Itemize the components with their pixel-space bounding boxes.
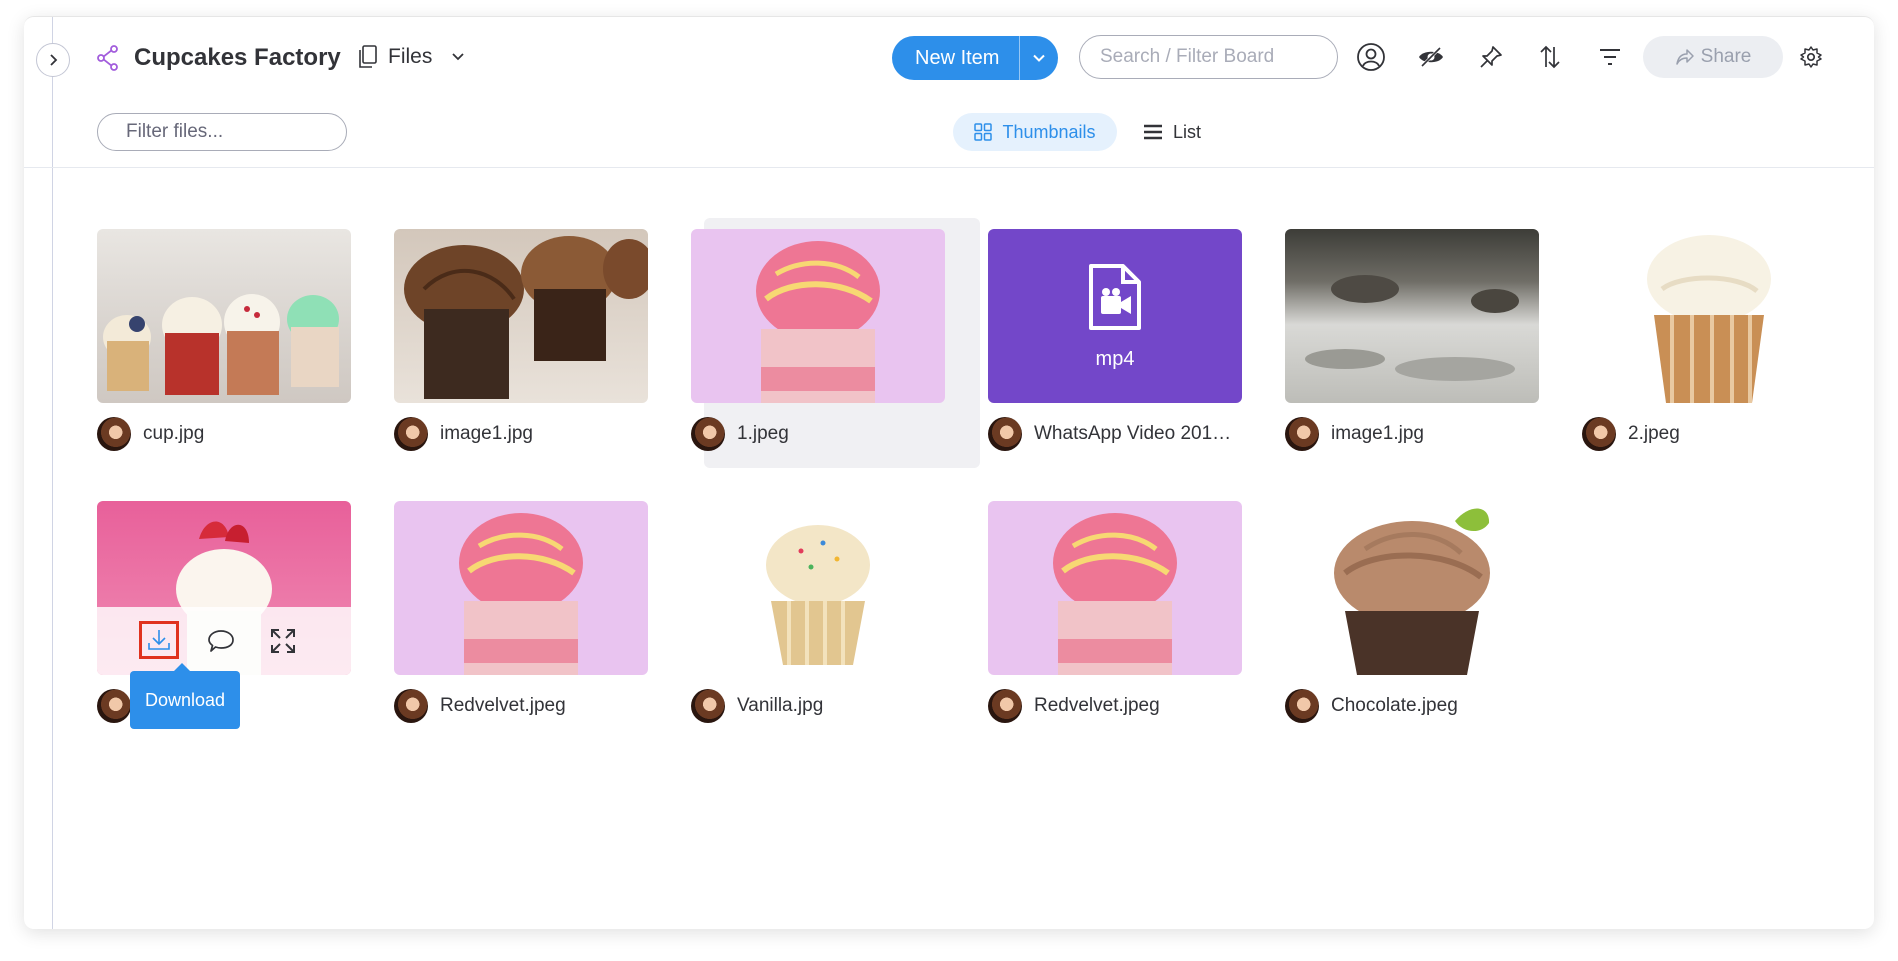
file-name[interactable]: image1.jpg xyxy=(1331,423,1424,445)
uploader-avatar[interactable] xyxy=(1285,417,1319,451)
file-thumbnail-image[interactable] xyxy=(691,501,945,675)
video-file-icon xyxy=(1089,263,1141,330)
file-name[interactable]: image1.jpg xyxy=(440,423,533,445)
hide-columns-button[interactable] xyxy=(1415,41,1447,73)
new-item-dropdown-button[interactable] xyxy=(1020,36,1058,80)
expand-button[interactable] xyxy=(265,623,301,659)
file-caption: 1.jpeg xyxy=(691,417,789,451)
board-card: Cupcakes Factory Files New Item Search /… xyxy=(24,16,1874,929)
grid-icon xyxy=(974,123,993,141)
list-view-button[interactable]: List xyxy=(1143,113,1213,151)
file-name[interactable]: cup.jpg xyxy=(143,423,204,445)
share-nodes-icon xyxy=(97,45,118,71)
share-arrow-icon xyxy=(1675,49,1694,65)
sort-icon xyxy=(1540,45,1560,69)
file-thumbnail-image[interactable] xyxy=(394,229,648,403)
file-name[interactable]: WhatsApp Video 201… xyxy=(1034,423,1231,445)
file-thumbnail-image[interactable] xyxy=(1582,229,1836,403)
uploader-avatar[interactable] xyxy=(691,689,725,723)
file-name[interactable]: Vanilla.jpg xyxy=(737,695,823,717)
file-thumbnail-image[interactable] xyxy=(1285,229,1539,403)
file-thumbnail-image[interactable] xyxy=(97,229,351,403)
board-header: Cupcakes Factory Files New Item Search /… xyxy=(24,17,1874,168)
file-caption: Chocolate.jpeg xyxy=(1285,689,1458,723)
download-icon xyxy=(148,630,170,650)
file-caption: Vanilla.jpg xyxy=(691,689,823,723)
share-label: Share xyxy=(1700,46,1752,67)
file-name[interactable]: Chocolate.jpeg xyxy=(1331,695,1458,717)
list-icon xyxy=(1144,124,1162,140)
filter-icon xyxy=(1600,49,1620,65)
file-thumbnail-image[interactable] xyxy=(691,229,945,403)
board-title: Cupcakes Factory xyxy=(96,44,341,72)
uploader-avatar[interactable] xyxy=(97,417,131,451)
new-item-button-group: New Item xyxy=(892,36,1059,80)
uploader-avatar[interactable] xyxy=(97,689,131,723)
file-caption: image1.jpg xyxy=(1285,417,1424,451)
thumbnails-view-button[interactable]: Thumbnails xyxy=(953,113,1117,151)
file-thumbnail-image[interactable] xyxy=(1285,501,1539,675)
uploader-avatar[interactable] xyxy=(988,689,1022,723)
download-button[interactable] xyxy=(139,621,179,659)
user-circle-icon xyxy=(1357,43,1385,71)
tile-action-overlay xyxy=(97,607,351,675)
file-caption: cup.jpg xyxy=(97,417,204,451)
file-name[interactable]: 2.jpeg xyxy=(1628,423,1680,445)
file-name[interactable]: Redvelvet.jpeg xyxy=(440,695,566,717)
pin-icon xyxy=(1480,46,1502,68)
file-name[interactable]: 1.jpeg xyxy=(737,423,789,445)
board-name[interactable]: Cupcakes Factory xyxy=(134,44,341,72)
file-caption: image1.jpg xyxy=(394,417,533,451)
settings-button[interactable] xyxy=(1795,41,1827,73)
expand-icon xyxy=(271,629,295,653)
file-thumbnail-video[interactable]: mp4 xyxy=(988,229,1242,403)
view-name: Files xyxy=(388,45,433,68)
person-filter-button[interactable] xyxy=(1355,41,1387,73)
eye-off-icon xyxy=(1419,46,1443,68)
share-button[interactable]: Share xyxy=(1643,36,1783,78)
new-item-button[interactable]: New Item xyxy=(892,36,1021,80)
tooltip-label: Download xyxy=(144,689,226,710)
file-thumbnail-image[interactable] xyxy=(394,501,648,675)
filter-button[interactable] xyxy=(1594,41,1626,73)
file-name[interactable]: Redvelvet.jpeg xyxy=(1034,695,1160,717)
view-selector[interactable]: Files xyxy=(358,45,466,69)
uploader-avatar[interactable] xyxy=(394,417,428,451)
file-caption: Redvelvet.jpeg xyxy=(988,689,1160,723)
pin-button[interactable] xyxy=(1475,41,1507,73)
uploader-avatar[interactable] xyxy=(1582,417,1616,451)
list-label: List xyxy=(1173,121,1202,142)
search-input[interactable]: Search / Filter Board xyxy=(1079,35,1338,79)
chevron-down-icon xyxy=(1033,54,1046,62)
uploader-avatar[interactable] xyxy=(394,689,428,723)
chevron-down-icon xyxy=(452,53,464,61)
file-caption: WhatsApp Video 201… xyxy=(988,417,1231,451)
gear-icon xyxy=(1800,46,1822,68)
file-type-label: mp4 xyxy=(1095,347,1135,370)
download-tooltip: Download xyxy=(130,663,240,729)
thumbnails-label: Thumbnails xyxy=(1002,121,1096,142)
file-caption: 2.jpeg xyxy=(1582,417,1680,451)
file-thumbnail-image[interactable] xyxy=(97,501,351,675)
comment-icon xyxy=(208,630,234,652)
filter-files-input[interactable]: Filter files... xyxy=(97,113,347,151)
file-caption: Redvelvet.jpeg xyxy=(394,689,566,723)
files-icon xyxy=(359,45,377,68)
file-thumbnail-image[interactable] xyxy=(988,501,1242,675)
comment-button[interactable] xyxy=(203,623,239,659)
uploader-avatar[interactable] xyxy=(1285,689,1319,723)
sort-button[interactable] xyxy=(1534,41,1566,73)
uploader-avatar[interactable] xyxy=(691,417,725,451)
uploader-avatar[interactable] xyxy=(988,417,1022,451)
